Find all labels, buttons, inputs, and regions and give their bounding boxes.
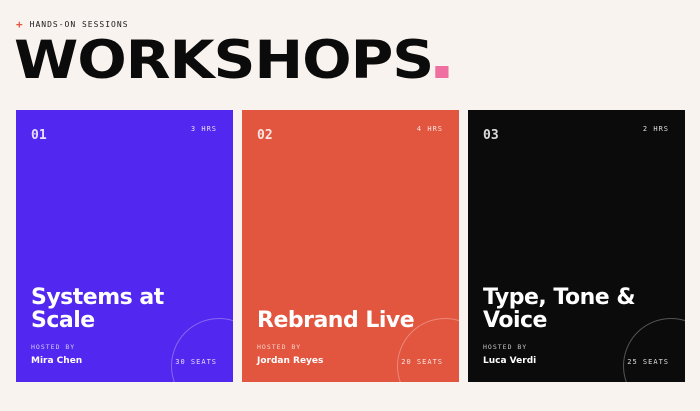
page-title-text: WORKSHOPS [14,30,434,91]
hosted-by-label: HOSTED BY [257,343,302,351]
workshop-card-3[interactable]: 03 2 HRS Type, Tone & Voice HOSTED BY Lu… [468,110,685,382]
workshop-host: Jordan Reyes [257,356,324,366]
hosted-by-label: HOSTED BY [483,343,528,351]
workshop-host: Luca Verdi [483,356,537,366]
workshop-number: 03 [483,128,499,143]
page-title: WORKSHOPS [14,33,449,89]
workshop-host: Mira Chen [31,356,83,366]
workshop-duration: 3 HRS [190,125,217,133]
workshop-card-1[interactable]: 01 3 HRS Systems at Scale HOSTED BY Mira… [16,110,233,382]
title-accent-square [435,66,449,78]
workshop-duration: 4 HRS [416,125,443,133]
workshop-number: 02 [257,128,273,143]
workshop-number: 01 [31,128,47,143]
eyebrow-label: HANDS-ON SESSIONS [29,20,129,29]
sparkle-icon: + [16,17,24,31]
workshop-duration: 2 HRS [642,125,669,133]
section-eyebrow: + HANDS-ON SESSIONS [16,17,129,31]
hosted-by-label: HOSTED BY [31,343,76,351]
workshop-card-2[interactable]: 02 4 HRS Rebrand Live HOSTED BY Jordan R… [242,110,459,382]
